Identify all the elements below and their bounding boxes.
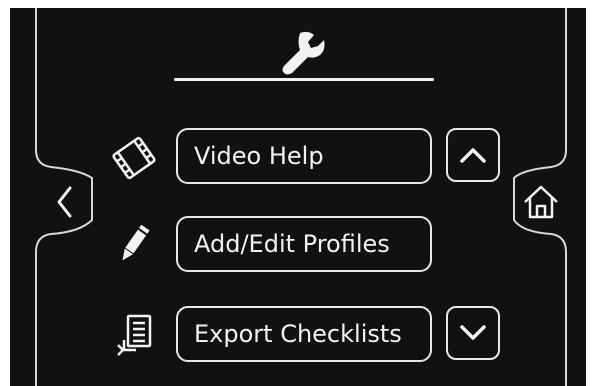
scroll-down-button[interactable] <box>446 306 500 360</box>
video-help-label: Video Help <box>194 142 324 170</box>
chevron-left-icon <box>57 186 72 218</box>
back-button[interactable] <box>38 174 92 230</box>
film-icon <box>112 136 156 180</box>
export-checklists-button[interactable]: Export Checklists <box>176 306 432 362</box>
export-checklists-label: Export Checklists <box>194 320 402 348</box>
video-help-button[interactable]: Video Help <box>176 128 432 184</box>
scroll-up-button[interactable] <box>446 128 500 182</box>
add-edit-profiles-label: Add/Edit Profiles <box>194 230 390 258</box>
add-edit-profiles-button[interactable]: Add/Edit Profiles <box>176 216 432 272</box>
header-divider <box>174 78 434 81</box>
pencil-icon <box>122 224 150 261</box>
device-screen: Video Help Add/Edit Profiles Export Chec… <box>0 0 596 386</box>
home-icon <box>524 185 558 219</box>
home-button[interactable] <box>514 174 568 230</box>
export-document-icon <box>117 314 152 356</box>
chevron-up-icon <box>460 148 486 163</box>
chevron-down-icon <box>460 325 486 340</box>
wrench-icon <box>282 31 325 75</box>
